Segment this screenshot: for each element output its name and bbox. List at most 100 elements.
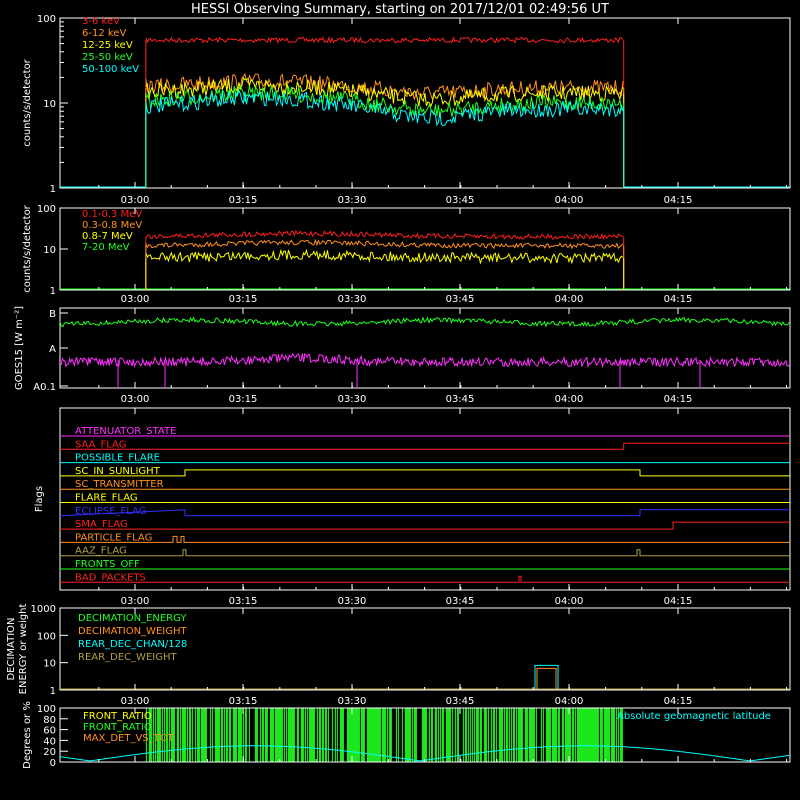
flag-label: SC_TRANSMITTER xyxy=(75,479,164,490)
legend-entry: 3-6 keV xyxy=(82,16,120,27)
ratio-bar xyxy=(254,708,256,762)
ratio-bar xyxy=(587,708,589,762)
ratio-bar xyxy=(373,708,375,762)
ratio-bar xyxy=(532,708,534,762)
ratio-bar xyxy=(274,708,276,762)
ratio-bar xyxy=(225,708,227,762)
x-tick-label: 03:45 xyxy=(446,294,475,305)
ratio-bar xyxy=(262,708,264,762)
ratio-bar xyxy=(510,708,512,762)
ratio-bar xyxy=(561,708,563,762)
legend-entry: 0.8-7 MeV xyxy=(82,231,133,242)
ratio-bar xyxy=(346,708,348,762)
ratio-bar xyxy=(594,708,596,762)
ratio-bar xyxy=(342,708,344,762)
ratio-bar xyxy=(266,708,268,762)
ratio-bar xyxy=(356,708,358,762)
ratio-bar xyxy=(322,708,324,762)
x-tick-label: 04:15 xyxy=(664,294,693,305)
x-tick-label: 03:15 xyxy=(229,394,258,405)
ratio-bar xyxy=(424,708,426,762)
ratio-bar xyxy=(565,708,567,762)
ratio-bar xyxy=(310,708,312,762)
x-tick-label: 03:00 xyxy=(121,696,150,707)
ratio-bar xyxy=(498,708,500,762)
ratio-bar xyxy=(228,708,230,762)
legend-entry: 6-12 keV xyxy=(82,28,126,39)
ratio-bar xyxy=(588,708,590,762)
ratio-bar xyxy=(349,708,351,762)
ratio-bar xyxy=(311,708,313,762)
ratio-bar xyxy=(439,708,441,762)
ratio-bar xyxy=(485,708,487,762)
legend-entry: 12-25 keV xyxy=(82,40,133,51)
summary-figure: 110100counts/s/detector3-6 keV6-12 keV12… xyxy=(6,2,791,769)
ratio-bar xyxy=(327,708,329,762)
ratio-bar xyxy=(449,708,451,762)
y-tick-label: 1 xyxy=(50,686,56,697)
flag-label: SC_IN_SUNLIGHT xyxy=(75,466,161,477)
ratio-bar xyxy=(574,708,576,762)
y-tick-label: 10 xyxy=(43,99,56,110)
ratio-bar xyxy=(600,708,602,762)
ratio-bar xyxy=(503,708,505,762)
ratio-bar xyxy=(508,708,510,762)
ratio-bar xyxy=(430,708,432,762)
ratio-bar xyxy=(238,708,240,762)
flag-label: SMA_FLAG xyxy=(75,519,128,530)
x-tick-label: 04:00 xyxy=(555,294,584,305)
ratio-bar xyxy=(519,708,521,762)
rear-weight-step xyxy=(536,667,557,689)
ratio-bar xyxy=(595,708,597,762)
ratio-bar xyxy=(205,708,207,762)
x-tick-label: 04:15 xyxy=(664,696,693,707)
ratio-bar xyxy=(240,708,242,762)
ratio-bar xyxy=(379,708,381,762)
ratio-bar xyxy=(357,708,359,762)
ratio-bar xyxy=(321,708,323,762)
ratio-bar xyxy=(341,708,343,762)
ratio-bar xyxy=(276,708,278,762)
x-tick-label: 03:45 xyxy=(446,696,475,707)
ratio-bar xyxy=(188,708,190,762)
ratio-bar xyxy=(545,708,547,762)
legend-entry: REAR_DEC_CHAN/128 xyxy=(78,639,187,650)
ratio-bar xyxy=(304,708,306,762)
flag-label: BAD_PACKETS xyxy=(75,572,146,583)
ratio-bar xyxy=(407,708,409,762)
ratio-bar xyxy=(339,708,341,762)
ratio-bar xyxy=(217,708,219,762)
series-line xyxy=(145,89,624,127)
ratio-bar xyxy=(203,708,205,762)
ratio-bar xyxy=(542,708,544,762)
legend-entry: DECIMATION_WEIGHT xyxy=(78,626,187,637)
ratio-bar xyxy=(549,708,551,762)
ratio-bar xyxy=(220,708,222,762)
ratio-bar xyxy=(605,708,607,762)
ratio-bar xyxy=(309,708,311,762)
ratio-bar xyxy=(285,708,287,762)
ratio-bar xyxy=(234,708,236,762)
y-tick-label: 20 xyxy=(43,747,56,758)
x-tick-label: 04:00 xyxy=(555,596,584,607)
x-tick-label: 03:30 xyxy=(338,596,367,607)
ratio-bar xyxy=(242,708,244,762)
ratio-bar xyxy=(448,708,450,762)
ratio-bar xyxy=(578,708,580,762)
ratio-bar xyxy=(179,708,181,762)
ratio-bar xyxy=(340,708,342,762)
x-tick-label: 03:15 xyxy=(229,294,258,305)
ratio-bar xyxy=(607,708,609,762)
ratio-bar xyxy=(297,708,299,762)
ratio-bar xyxy=(606,708,608,762)
ratio-bar xyxy=(275,708,277,762)
y-tick-label: A xyxy=(49,344,56,355)
ratio-bar xyxy=(597,708,599,762)
series-line xyxy=(59,352,790,369)
y-tick-label: 80 xyxy=(43,715,56,726)
ratio-bar xyxy=(512,708,514,762)
x-tick-label: 04:15 xyxy=(664,394,693,405)
y-tick-label: 100 xyxy=(37,14,56,25)
ratio-bar xyxy=(576,708,578,762)
ratio-bar xyxy=(518,708,520,762)
